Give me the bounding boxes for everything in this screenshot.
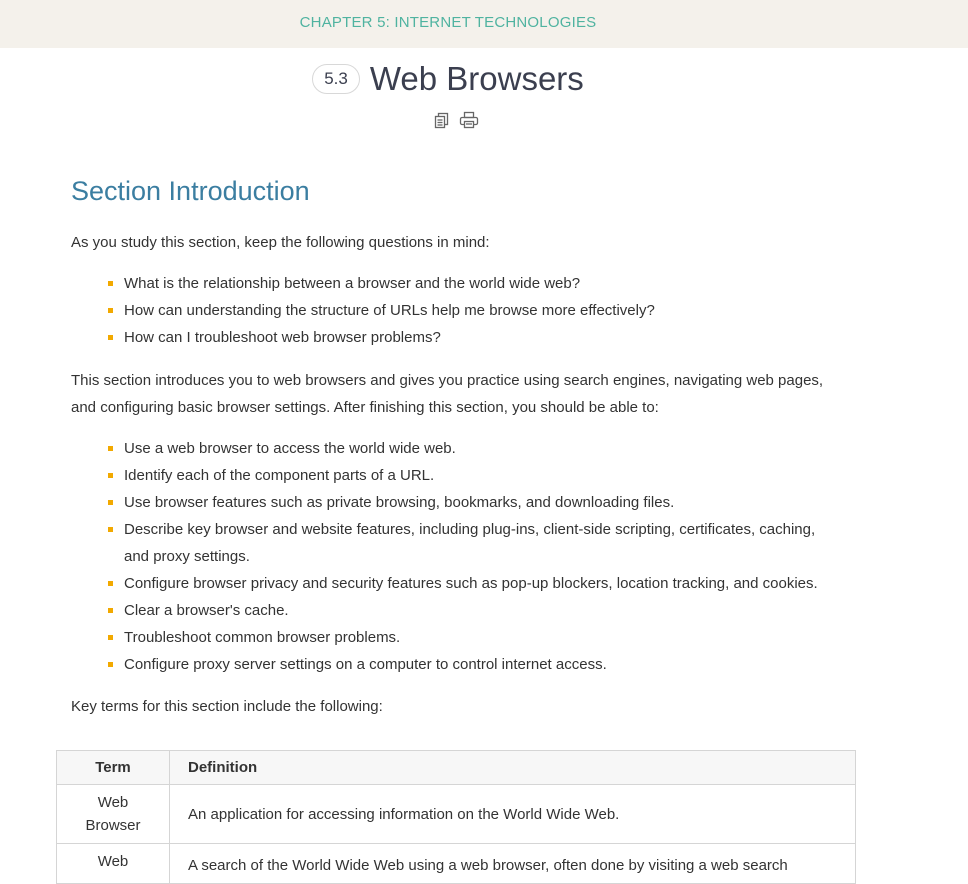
chapter-bar: CHAPTER 5: INTERNET TECHNOLOGIES [0,0,968,48]
section-heading: Section Introduction [71,176,310,206]
table-header-row: Term Definition [56,750,856,785]
column-header-term: Term [56,750,170,785]
list-item: Use a web browser to access the world wi… [108,435,831,462]
questions-list: What is the relationship between a brows… [108,270,831,351]
objectives-list: Use a web browser to access the world wi… [108,435,831,678]
list-item: Describe key browser and website feature… [108,516,831,570]
key-terms-table: Term Definition Web Browser An applicati… [56,750,856,884]
page-title: Web Browsers [369,60,584,97]
table-row: Web A search of the World Wide Web using… [56,843,856,884]
term-text: Web [97,853,129,870]
list-item: Troubleshoot common browser problems. [108,624,831,651]
chapter-link[interactable]: CHAPTER 5: INTERNET TECHNOLOGIES [0,14,896,31]
list-item: What is the relationship between a brows… [108,270,831,297]
term-cell: Web [56,843,170,884]
copy-icon[interactable] [433,111,451,129]
page-title-row: 5.3 Web Browsers [0,60,896,98]
page-tools [433,111,479,129]
list-item: Identify each of the component parts of … [108,462,831,489]
list-item: Clear a browser's cache. [108,597,831,624]
list-item: How can understanding the structure of U… [108,297,831,324]
list-item: Configure browser privacy and security f… [108,570,831,597]
definition-cell: An application for accessing information… [169,784,856,844]
table-row: Web Browser An application for accessing… [56,784,856,844]
definition-cell: A search of the World Wide Web using a w… [169,843,856,884]
section-number-badge: 5.3 [312,64,360,94]
list-item: Configure proxy server settings on a com… [108,651,831,678]
column-header-definition: Definition [169,750,856,785]
key-terms-lead: Key terms for this section include the f… [71,698,383,715]
print-icon[interactable] [459,111,479,129]
term-cell: Web Browser [56,784,170,844]
term-text: Web Browser [85,794,141,834]
intro-lead: As you study this section, keep the foll… [71,234,490,251]
list-item: How can I troubleshoot web browser probl… [108,324,831,351]
section-content: Section Introduction As you study this s… [71,176,831,720]
intro-overview: This section introduces you to web brows… [71,372,824,416]
list-item: Use browser features such as private bro… [108,489,831,516]
